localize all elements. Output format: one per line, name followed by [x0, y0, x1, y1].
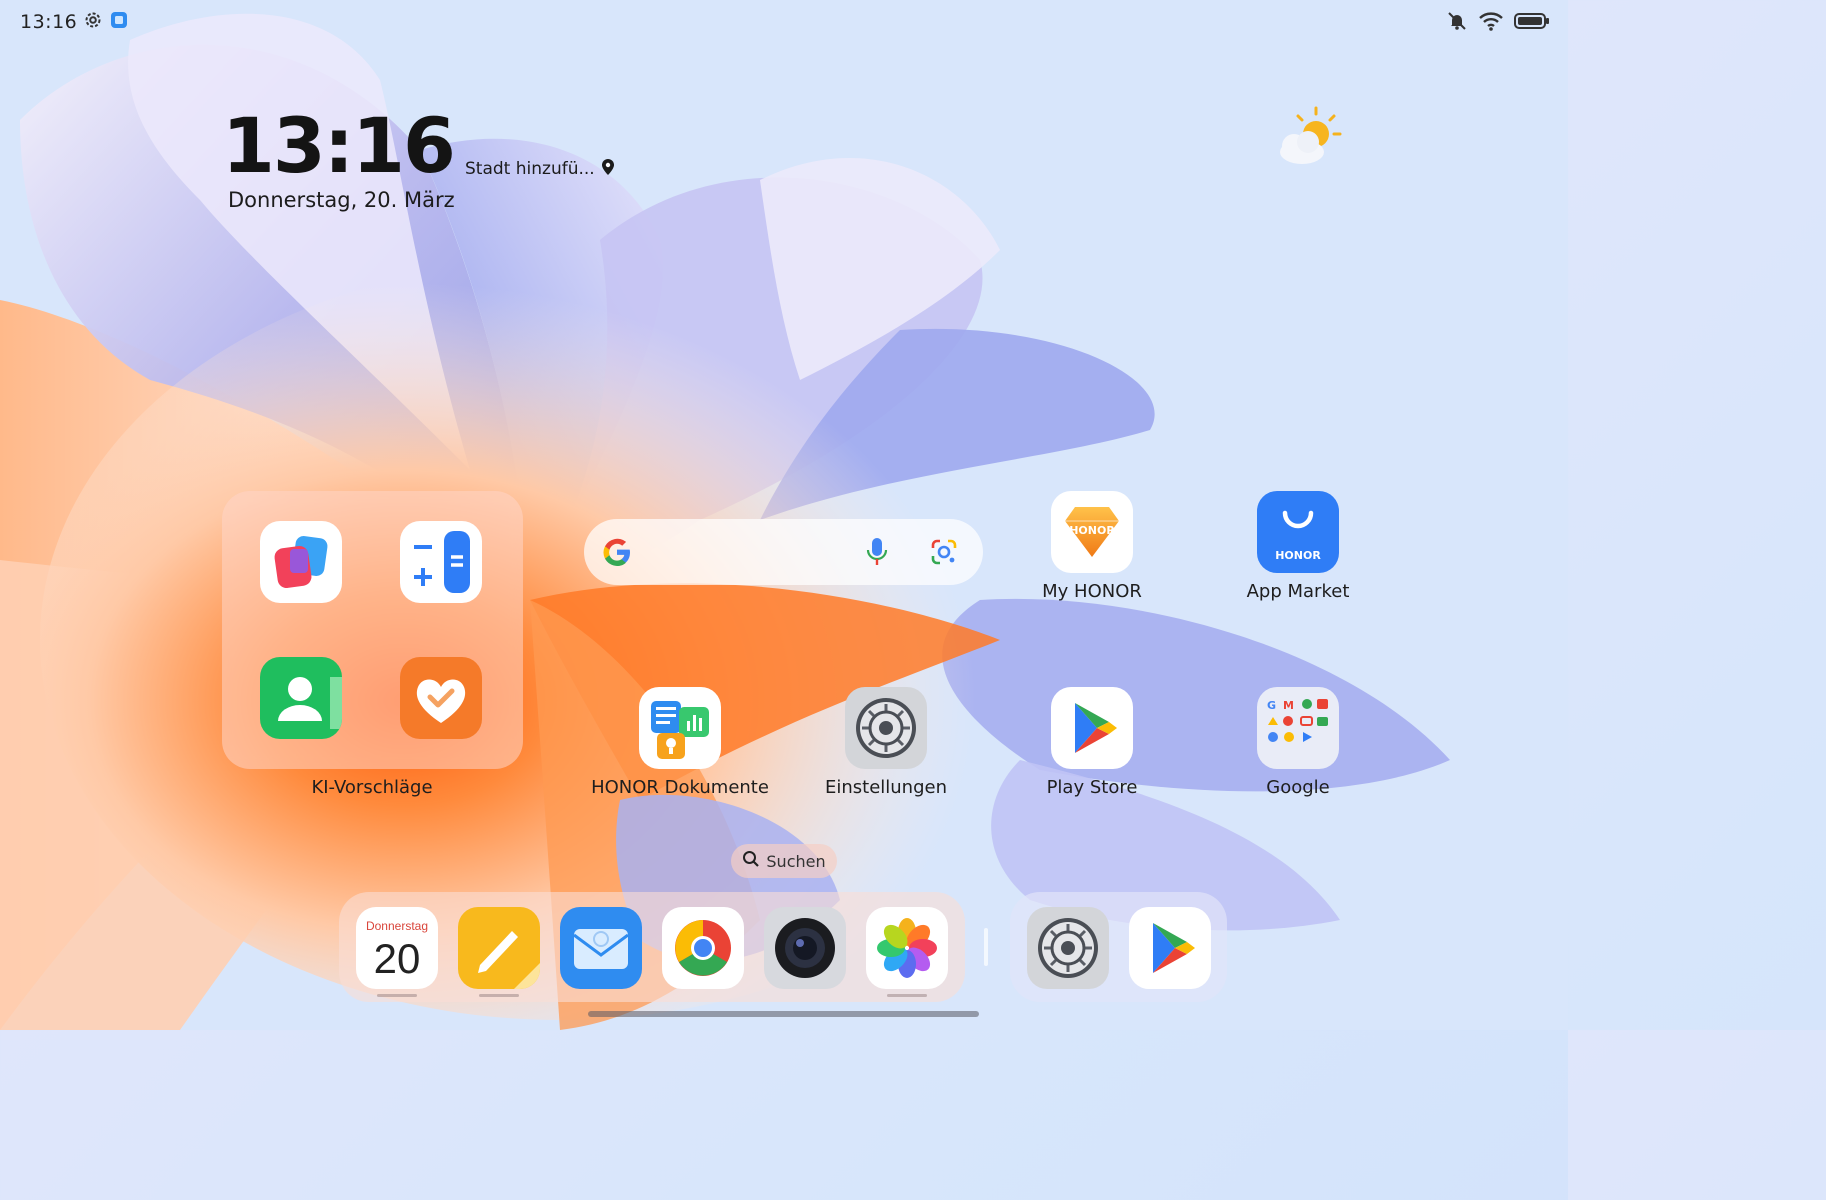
email-app-icon[interactable]: [560, 907, 642, 989]
honor-docs-label: HONOR Dokumente: [591, 777, 769, 798]
search-label: Suchen: [766, 851, 826, 871]
svg-text:G: G: [1267, 699, 1276, 712]
google-g-icon: [600, 535, 634, 573]
settings-recent-icon[interactable]: [1027, 907, 1109, 989]
location-pin-icon: [601, 158, 615, 180]
partly-sunny-icon[interactable]: [1272, 106, 1344, 170]
wifi-icon: [1478, 10, 1504, 36]
google-search-widget[interactable]: [584, 519, 983, 585]
home-indicator[interactable]: [588, 1011, 979, 1017]
clock-date: Donnerstag, 20. März: [228, 188, 455, 212]
google-folder-label: Google: [1266, 777, 1330, 798]
battery-icon: [1514, 11, 1550, 35]
my-honor-app-icon[interactable]: HONOR: [1051, 491, 1133, 573]
gallery-app-icon[interactable]: [866, 907, 948, 989]
svg-text:M: M: [1283, 699, 1294, 712]
app-notification-icon: [109, 10, 129, 34]
multitask-app-icon[interactable]: [260, 521, 342, 603]
running-indicator: [377, 994, 417, 997]
health-app-icon[interactable]: [400, 657, 482, 739]
play-store-app-icon[interactable]: [1051, 687, 1133, 769]
contacts-app-icon[interactable]: [260, 657, 342, 739]
microphone-icon[interactable]: [866, 537, 888, 571]
status-time: 13:16: [20, 11, 78, 33]
dock-divider: [984, 928, 988, 966]
add-city-button[interactable]: Stadt hinzufü...: [465, 158, 615, 180]
my-honor-label: My HONOR: [1042, 581, 1142, 602]
ai-suggestions-folder[interactable]: [222, 491, 523, 769]
chrome-app-icon[interactable]: [662, 907, 744, 989]
calendar-app-icon[interactable]: Donnerstag 20: [356, 907, 438, 989]
status-bar-right: [1446, 10, 1550, 36]
notes-app-icon[interactable]: [458, 907, 540, 989]
honor-docs-app-icon[interactable]: [639, 687, 721, 769]
running-indicator: [479, 994, 519, 997]
calendar-weekday: Donnerstag: [365, 919, 429, 933]
status-bar-left: 13:16: [20, 10, 129, 34]
settings-label: Einstellungen: [824, 777, 948, 798]
app-market-app-icon[interactable]: HONOR: [1257, 491, 1339, 573]
app-search-button[interactable]: Suchen: [731, 844, 837, 878]
search-icon: [742, 850, 760, 872]
calculator-app-icon[interactable]: [400, 521, 482, 603]
calendar-day: 20: [373, 935, 421, 982]
app-market-label: App Market: [1246, 581, 1350, 602]
google-lens-icon[interactable]: [930, 538, 958, 570]
settings-gear-icon: [83, 10, 103, 34]
play-store-recent-icon[interactable]: [1129, 907, 1211, 989]
bell-muted-icon: [1446, 10, 1468, 36]
google-folder-icon[interactable]: G M: [1257, 687, 1339, 769]
running-indicator: [887, 994, 927, 997]
clock-widget[interactable]: 13:16 Stadt hinzufü... Donnerstag, 20. M…: [222, 108, 615, 212]
folder-label: KI-Vorschläge: [311, 777, 433, 798]
clock-time: 13:16: [222, 101, 456, 190]
city-label: Stadt hinzufü...: [465, 159, 595, 179]
camera-app-icon[interactable]: [764, 907, 846, 989]
honor-logo-text: HONOR: [1275, 549, 1321, 562]
honor-logo-text: HONOR: [1069, 524, 1115, 537]
play-store-label: Play Store: [1046, 777, 1138, 798]
settings-app-icon[interactable]: [845, 687, 927, 769]
